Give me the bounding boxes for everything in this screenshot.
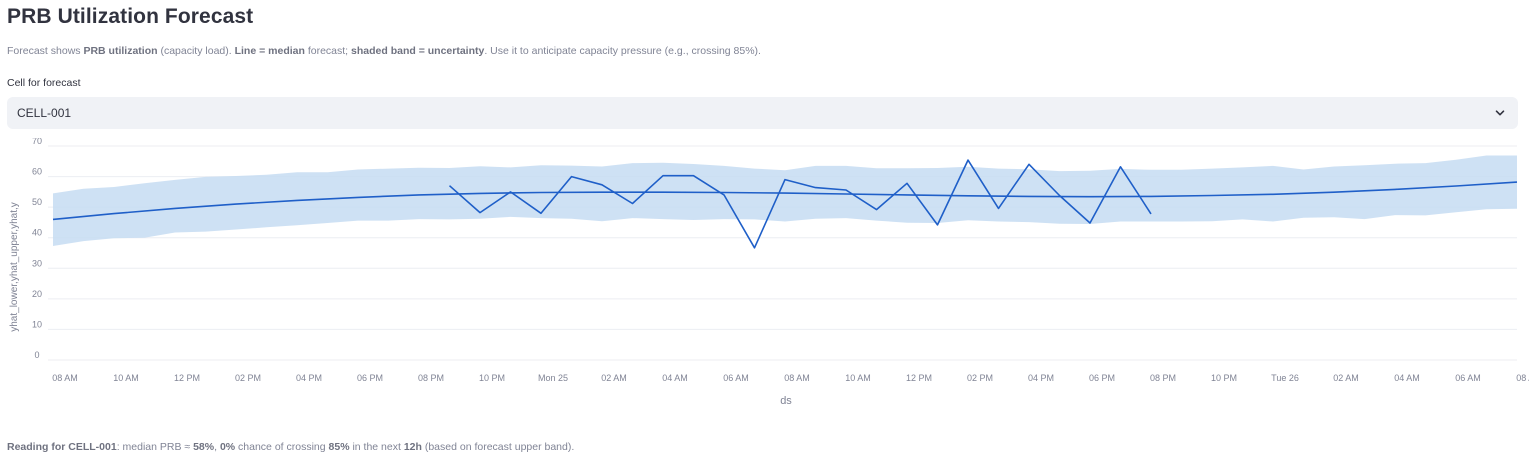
forecast-chart-svg[interactable]: 0 10 20 30 40 50 60 70 08 AM 10 AM 12 PM 02 PM 04 P… <box>0 136 1529 413</box>
x-tick-label: 06 PM <box>357 373 383 383</box>
reading-text: : median PRB ≈ <box>116 441 194 453</box>
chevron-down-icon[interactable] <box>1494 107 1506 119</box>
y-tick-label: 50 <box>32 197 42 207</box>
forecast-chart[interactable]: 0 10 20 30 40 50 60 70 08 AM 10 AM 12 PM 02 PM 04 P… <box>0 136 1529 413</box>
y-tick-label: 10 <box>32 319 42 329</box>
reading-text: (based on forecast upper band). <box>421 441 575 453</box>
x-axis-label: ds <box>780 395 792 407</box>
cell-select-value: CELL-001 <box>17 106 72 120</box>
x-tick-label: 04 PM <box>296 373 322 383</box>
cell-select[interactable]: CELL-001 <box>7 97 1518 129</box>
y-tick-label: 70 <box>32 138 42 146</box>
x-tick-label: 06 AM <box>723 373 749 383</box>
x-tick-label: 08 AM <box>52 373 78 383</box>
x-tick-label: 08 PM <box>418 373 444 383</box>
reading-median: 58% <box>193 441 215 453</box>
page-title: PRB Utilization Forecast <box>7 5 254 28</box>
x-tick-label: 04 AM <box>1394 373 1420 383</box>
caption-text: (capacity load). <box>157 45 235 57</box>
x-tick-label: 10 PM <box>1211 373 1237 383</box>
y-axis-label: yhat_lower,yhat_upper,yhat,y <box>9 202 20 332</box>
x-tick-label: 08 AM <box>784 373 810 383</box>
x-tick-label: Mon 25 <box>538 373 568 383</box>
y-tick-label: 30 <box>32 258 42 268</box>
x-axis-ticks: 08 AM 10 AM 12 PM 02 PM 04 PM 06 PM 08 PM 10 PM… <box>52 373 1529 383</box>
caption-text: . Use it to anticipate capacity pressure… <box>484 45 761 57</box>
y-tick-label: 20 <box>32 289 42 299</box>
x-tick-label: 02 PM <box>235 373 261 383</box>
x-tick-label: 04 AM <box>662 373 688 383</box>
uncertainty-band <box>53 155 1517 246</box>
reading-horizon: 12h <box>403 441 422 453</box>
uncertainty-band-area <box>53 155 1517 246</box>
reading-chance: 0% <box>219 441 236 453</box>
x-tick-label: 06 AM <box>1455 373 1481 383</box>
caption-bold: shaded band = uncertainty <box>351 45 485 57</box>
forecast-reading: Reading for CELL-001: median PRB ≈ 58%, … <box>7 441 574 453</box>
x-tick-label: 04 PM <box>1028 373 1054 383</box>
reading-text: chance of crossing <box>235 441 329 453</box>
reading-bold: Reading for CELL-001 <box>7 441 117 453</box>
x-tick-label: 08 PM <box>1150 373 1176 383</box>
x-tick-label: 02 AM <box>1333 373 1359 383</box>
y-tick-label: 60 <box>32 167 42 177</box>
reading-text: in the next <box>349 441 404 453</box>
x-tick-label: 10 AM <box>845 373 871 383</box>
caption-bold: PRB utilization <box>83 45 158 57</box>
caption-text: Forecast shows <box>7 45 84 57</box>
x-tick-label: 12 PM <box>174 373 200 383</box>
reading-threshold: 85% <box>328 441 350 453</box>
y-tick-label: 40 <box>32 228 42 238</box>
caption-bold: Line = median <box>234 45 305 57</box>
y-axis-ticks: 0 10 20 30 40 50 60 70 <box>32 136 42 360</box>
caption-text: forecast; <box>304 45 352 57</box>
y-tick-label: 0 <box>34 350 39 360</box>
forecast-caption: Forecast shows PRB utilization (capacity… <box>7 45 761 57</box>
x-tick-label: 10 AM <box>113 373 139 383</box>
cell-select-label: Cell for forecast <box>7 77 81 89</box>
x-tick-label: 12 PM <box>906 373 932 383</box>
x-tick-label: 08 AM <box>1516 373 1529 383</box>
x-tick-label: 02 PM <box>967 373 993 383</box>
x-tick-label: Tue 26 <box>1271 373 1299 383</box>
x-tick-label: 10 PM <box>479 373 505 383</box>
x-tick-label: 06 PM <box>1089 373 1115 383</box>
x-tick-label: 02 AM <box>601 373 627 383</box>
